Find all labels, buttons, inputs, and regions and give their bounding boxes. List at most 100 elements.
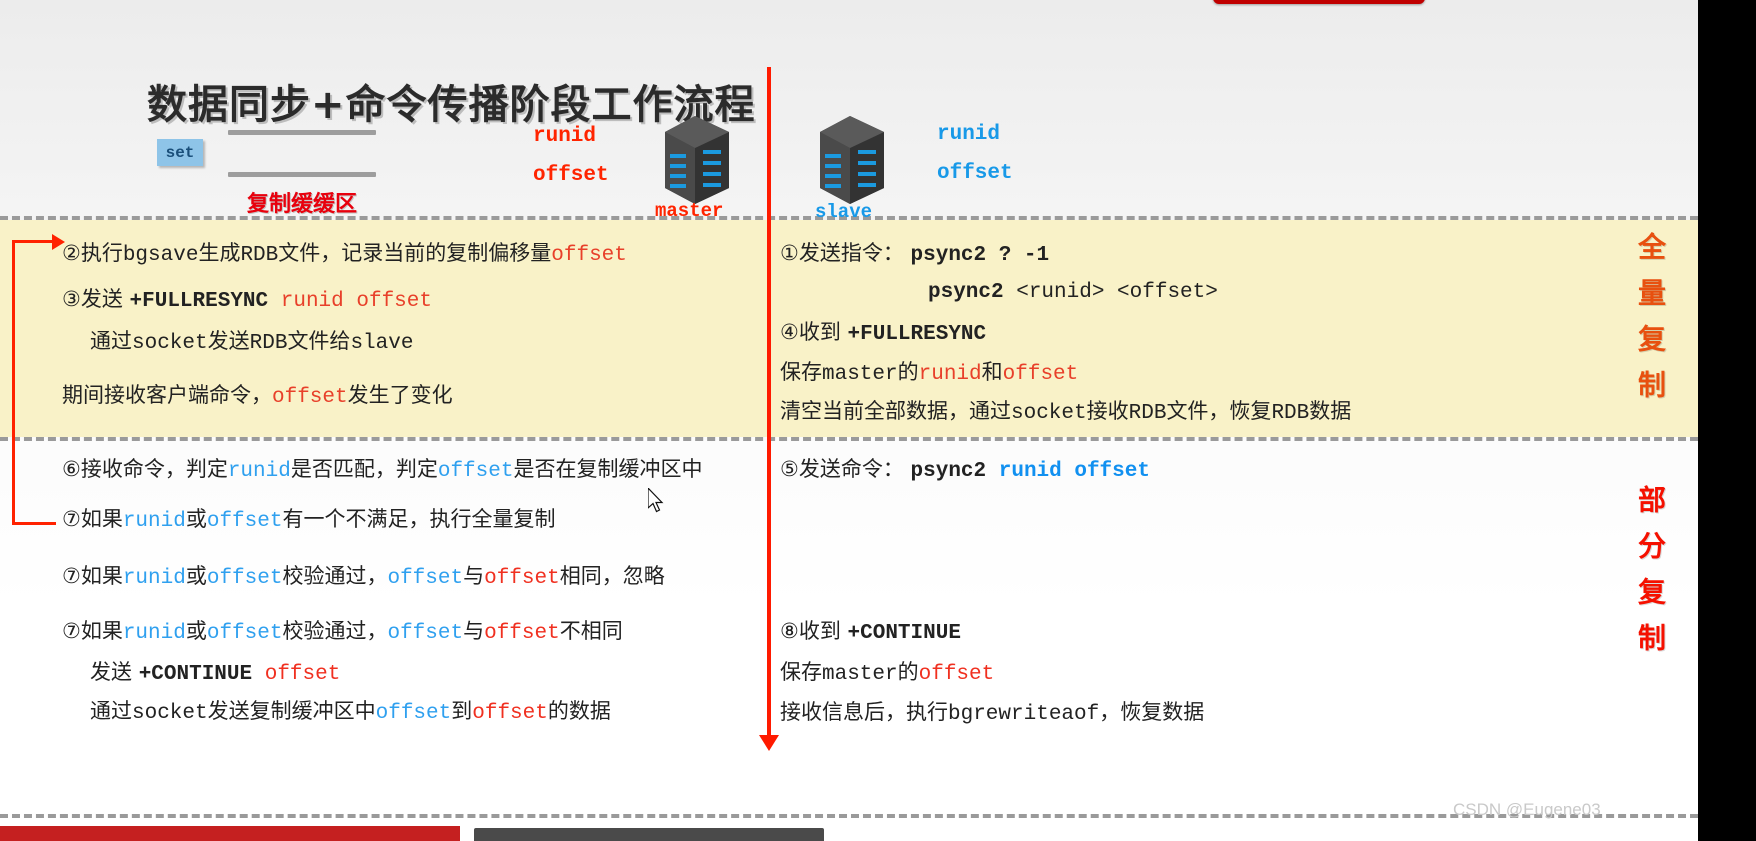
text-run: 的数据 xyxy=(547,699,611,723)
text-run: runid offset xyxy=(280,290,432,313)
text-run: 不相同 xyxy=(559,619,623,643)
text-run: RDB xyxy=(240,244,279,267)
text-run: 与 xyxy=(463,564,485,588)
top-cropped-red-bar xyxy=(1213,0,1425,4)
text-run: 发送 xyxy=(90,660,139,684)
text-run: 期间接收客户端命令， xyxy=(62,383,272,407)
text-run: 通过 xyxy=(90,329,132,353)
text-run: 校验通过， xyxy=(282,619,388,643)
text-run: 清空当前全部数据，通过 xyxy=(780,399,1011,423)
text-run: psync2 xyxy=(910,460,999,483)
text-run: offset xyxy=(206,567,283,590)
text-run: offset xyxy=(551,244,627,267)
text-line: ⑦如果runid或offset校验通过，offset与offset不相同 xyxy=(62,619,623,645)
text-run: 文件，恢复 xyxy=(1166,399,1272,423)
text-run: RDB xyxy=(249,332,288,355)
text-run: 数据 xyxy=(1309,399,1352,423)
master-label: master xyxy=(655,200,724,222)
text-run: 发送复制缓冲区中 xyxy=(207,699,376,723)
text-run: +FULLRESYNC xyxy=(129,290,281,313)
text-run: 发送 xyxy=(207,329,250,353)
text-run: offset xyxy=(437,460,514,483)
mouse-cursor xyxy=(647,486,666,516)
full-replication-side-label: 全量复制 xyxy=(1634,232,1667,416)
text-run: socket xyxy=(1011,402,1087,425)
text-line: 保存master的offset xyxy=(780,660,994,686)
text-line: 通过socket发送复制缓冲区中offset到offset的数据 xyxy=(90,699,611,725)
partial-replication-side-label: 部分复制 xyxy=(1634,485,1667,669)
text-run: ⑧收到 xyxy=(780,619,848,643)
text-run: ⑦如果 xyxy=(62,507,123,531)
text-line: 清空当前全部数据，通过socket接收RDB文件，恢复RDB数据 xyxy=(780,399,1352,425)
text-run: bgrewriteaof xyxy=(948,703,1100,726)
text-run: socket xyxy=(132,702,208,725)
text-run: offset xyxy=(472,702,548,725)
text-run: ⑦如果 xyxy=(62,619,123,643)
text-run: +CONTINUE xyxy=(138,663,265,686)
text-run: RDB xyxy=(1128,402,1167,425)
text-run: 的 xyxy=(897,660,919,684)
replication-buffer-label: 复制缓缓区 xyxy=(247,192,358,217)
text-line: ⑦如果runid或offset有一个不满足，执行全量复制 xyxy=(62,507,555,533)
text-run: offset xyxy=(387,622,464,645)
text-run: 相同，忽略 xyxy=(559,564,665,588)
text-run: 生成 xyxy=(198,241,241,265)
bottom-cropped-grey-bar xyxy=(474,828,824,841)
text-run: +FULLRESYNC xyxy=(847,323,987,346)
text-run: 与 xyxy=(463,619,485,643)
text-run: 发生了变化 xyxy=(347,383,453,407)
text-run: offset xyxy=(272,386,348,409)
text-line: ④收到 +FULLRESYNC xyxy=(780,320,987,346)
text-run: slave xyxy=(350,332,414,355)
text-run: 是否在复制缓冲区中 xyxy=(513,457,703,481)
text-run: 校验通过， xyxy=(282,564,388,588)
text-line: ①发送指令： psync2 ? -1 xyxy=(780,241,1050,267)
text-line: ⑥接收命令，判定runid是否匹配，判定offset是否在复制缓冲区中 xyxy=(62,457,703,483)
text-run: 接收信息后，执行 xyxy=(780,700,948,724)
text-line: 期间接收客户端命令，offset发生了变化 xyxy=(62,383,453,409)
text-run: offset xyxy=(264,663,341,686)
text-run: runid xyxy=(918,363,982,386)
text-run: psync2 ? -1 xyxy=(910,244,1050,267)
text-run: runid xyxy=(122,567,186,590)
text-run: 或 xyxy=(185,507,207,531)
text-run: psync2 xyxy=(928,281,1017,304)
text-line: 发送 +CONTINUE offset xyxy=(90,660,341,686)
text-line: ⑤发送命令： psync2 runid offset xyxy=(780,457,1150,483)
bottom-cropped-red-bar xyxy=(0,826,460,841)
text-run: runid offset xyxy=(998,460,1150,483)
text-line: 通过socket发送RDB文件给slave xyxy=(90,329,414,355)
text-run: 保存 xyxy=(780,660,822,684)
text-run: offset xyxy=(387,567,464,590)
text-run: ⑤发送命令： xyxy=(780,457,911,481)
divider-arrow-head xyxy=(759,735,779,751)
master-slave-divider xyxy=(767,67,771,747)
text-line: ⑧收到 +CONTINUE xyxy=(780,619,961,645)
text-run: 文件给 xyxy=(287,329,351,353)
text-run: socket xyxy=(132,332,208,355)
text-run: offset xyxy=(206,510,283,533)
text-run: offset xyxy=(375,702,452,725)
text-run: offset xyxy=(484,567,560,590)
set-command-badge: set xyxy=(157,139,203,166)
text-run: offset xyxy=(206,622,283,645)
buffer-line-top xyxy=(228,130,376,135)
text-run: master xyxy=(822,663,898,686)
master-server-icon xyxy=(655,110,739,210)
text-run: bgsave xyxy=(122,244,199,267)
divider-dashed-middle xyxy=(0,437,1698,441)
master-runid-label: runid xyxy=(533,125,597,148)
text-run: +CONTINUE xyxy=(847,622,961,645)
slave-runid-label: runid xyxy=(937,123,1001,146)
text-run: RDB xyxy=(1271,402,1310,425)
text-run: 或 xyxy=(185,564,207,588)
text-run: ①发送指令： xyxy=(780,241,911,265)
slave-server-icon xyxy=(810,110,894,210)
text-run: 保存 xyxy=(780,360,822,384)
text-run: <runid> <offset> xyxy=(1016,281,1218,304)
text-run: runid xyxy=(227,460,291,483)
text-run: runid xyxy=(122,510,186,533)
text-run: ④收到 xyxy=(780,320,848,344)
text-run: runid xyxy=(122,622,186,645)
text-line: ⑦如果runid或offset校验通过，offset与offset相同，忽略 xyxy=(62,564,665,590)
